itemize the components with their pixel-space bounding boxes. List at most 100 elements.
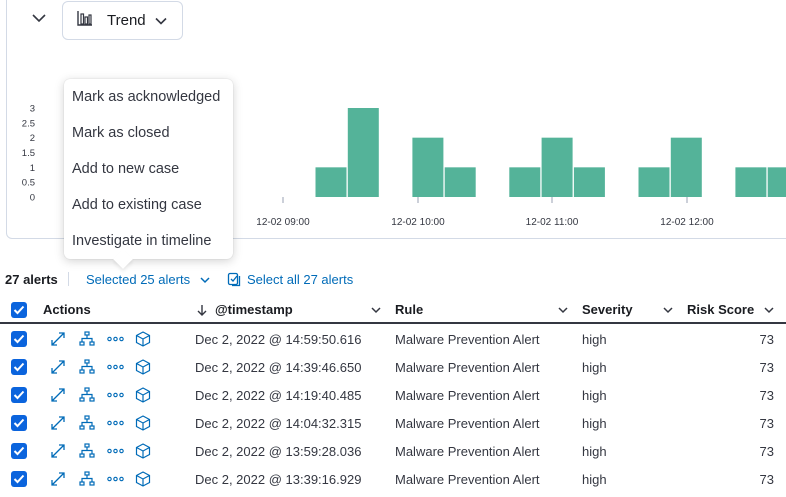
analyze-graph-icon[interactable]: [79, 387, 95, 406]
risk-score-cell: 73: [759, 388, 774, 403]
select-all-button[interactable]: Select all 27 alerts: [247, 272, 353, 287]
rule-cell: Malware Prevention Alert: [395, 360, 540, 375]
row-checkbox[interactable]: [11, 387, 27, 403]
row-checkbox[interactable]: [11, 359, 27, 375]
table-row: Dec 2, 2022 @ 13:39:16.929 Malware Preve…: [0, 465, 786, 493]
analyze-graph-icon[interactable]: [79, 471, 95, 490]
table-row: Dec 2, 2022 @ 14:39:46.650 Malware Preve…: [0, 353, 786, 381]
y-tick-label: 0: [30, 193, 35, 204]
selected-alerts-button[interactable]: Selected 25 alerts: [86, 272, 190, 287]
menu-item-existing-case[interactable]: Add to existing case: [72, 197, 202, 213]
histogram-bar: [670, 137, 702, 197]
rule-cell: Malware Prevention Alert: [395, 416, 540, 431]
column-header-risk-score[interactable]: Risk Score: [687, 302, 754, 317]
histogram-bar: [638, 167, 670, 197]
column-header-actions: Actions: [43, 302, 91, 317]
session-view-icon[interactable]: [135, 415, 151, 434]
risk-score-cell: 73: [759, 416, 774, 431]
expand-icon[interactable]: [50, 443, 66, 462]
severity-cell: high: [582, 472, 607, 487]
analyze-graph-icon[interactable]: [79, 415, 95, 434]
menu-item-acknowledged[interactable]: Mark as acknowledged: [72, 89, 220, 105]
column-header-timestamp[interactable]: @timestamp: [215, 302, 293, 317]
header-checkbox[interactable]: [11, 302, 27, 318]
severity-cell: high: [582, 416, 607, 431]
risk-score-cell: 73: [759, 472, 774, 487]
severity-cell: high: [582, 444, 607, 459]
y-tick-label: 1: [30, 163, 35, 174]
histogram-bar: [735, 167, 767, 197]
x-tick-label: 12-02 09:00: [256, 217, 310, 228]
severity-cell: high: [582, 332, 607, 347]
histogram-bar: [767, 167, 786, 197]
column-header-severity[interactable]: Severity: [582, 302, 633, 317]
table-row: Dec 2, 2022 @ 13:59:28.036 Malware Preve…: [0, 437, 786, 465]
y-tick-label: 2.5: [22, 118, 35, 129]
histogram-bar: [573, 167, 605, 197]
timestamp-cell: Dec 2, 2022 @ 14:04:32.315: [195, 416, 362, 431]
expand-icon[interactable]: [50, 387, 66, 406]
row-checkbox[interactable]: [11, 415, 27, 431]
menu-item-timeline[interactable]: Investigate in timeline: [72, 233, 211, 249]
row-checkbox[interactable]: [11, 443, 27, 459]
histogram-bar: [444, 167, 476, 197]
rule-cell: Malware Prevention Alert: [395, 472, 540, 487]
more-actions-icon[interactable]: [107, 415, 124, 434]
x-tick-label: 12-02 10:00: [391, 217, 445, 228]
rule-cell: Malware Prevention Alert: [395, 444, 540, 459]
more-actions-icon[interactable]: [107, 387, 124, 406]
analyze-graph-icon[interactable]: [79, 331, 95, 350]
alerts-count: 27 alerts: [5, 272, 58, 287]
session-view-icon[interactable]: [135, 387, 151, 406]
y-tick-label: 2: [30, 133, 35, 144]
risk-score-cell: 73: [759, 360, 774, 375]
expand-icon[interactable]: [50, 331, 66, 350]
rule-cell: Malware Prevention Alert: [395, 332, 540, 347]
table-row: Dec 2, 2022 @ 14:04:32.315 Malware Preve…: [0, 409, 786, 437]
column-header-rule[interactable]: Rule: [395, 302, 423, 317]
menu-arrow: [113, 249, 133, 269]
session-view-icon[interactable]: [135, 443, 151, 462]
histogram-bar: [315, 167, 347, 197]
alerts-utility-bar: 27 alerts Selected 25 alerts Select all …: [0, 268, 786, 290]
analyze-graph-icon[interactable]: [79, 359, 95, 378]
more-actions-icon[interactable]: [107, 359, 124, 378]
expand-icon[interactable]: [50, 471, 66, 490]
y-tick-label: 1.5: [22, 148, 35, 159]
y-tick-label: 3: [30, 104, 35, 115]
table-row: Dec 2, 2022 @ 14:59:50.616 Malware Preve…: [0, 325, 786, 353]
analyze-graph-icon[interactable]: [79, 443, 95, 462]
severity-cell: high: [582, 360, 607, 375]
more-actions-icon[interactable]: [107, 471, 124, 490]
timestamp-cell: Dec 2, 2022 @ 14:19:40.485: [195, 388, 362, 403]
expand-icon[interactable]: [50, 415, 66, 434]
severity-cell: high: [582, 388, 607, 403]
divider: [68, 272, 69, 286]
menu-item-new-case[interactable]: Add to new case: [72, 161, 179, 177]
histogram-bar: [541, 137, 573, 197]
session-view-icon[interactable]: [135, 359, 151, 378]
row-checkbox[interactable]: [11, 331, 27, 347]
table-header: Actions @timestamp Rule Severity Risk Sc…: [0, 296, 786, 324]
histogram-bar: [412, 137, 444, 197]
session-view-icon[interactable]: [135, 471, 151, 490]
more-actions-icon[interactable]: [107, 331, 124, 350]
table-row: Dec 2, 2022 @ 14:19:40.485 Malware Preve…: [0, 381, 786, 409]
chevron-down-icon[interactable]: [662, 304, 674, 316]
sort-descending-icon[interactable]: [196, 304, 208, 316]
menu-item-closed[interactable]: Mark as closed: [72, 125, 170, 141]
chevron-down-icon[interactable]: [763, 304, 775, 316]
row-checkbox[interactable]: [11, 471, 27, 487]
y-tick-label: 0.5: [22, 178, 35, 189]
chevron-down-icon[interactable]: [370, 304, 382, 316]
chevron-down-icon[interactable]: [199, 274, 211, 289]
more-actions-icon[interactable]: [107, 443, 124, 462]
session-view-icon[interactable]: [135, 331, 151, 350]
chevron-down-icon[interactable]: [557, 304, 569, 316]
timestamp-cell: Dec 2, 2022 @ 14:59:50.616: [195, 332, 362, 347]
bulk-actions-menu: Mark as acknowledged Mark as closed Add …: [64, 79, 233, 269]
select-all-icon[interactable]: [227, 272, 241, 290]
expand-icon[interactable]: [50, 359, 66, 378]
x-tick-label: 12-02 11:00: [526, 217, 579, 228]
histogram-bar: [509, 167, 541, 197]
